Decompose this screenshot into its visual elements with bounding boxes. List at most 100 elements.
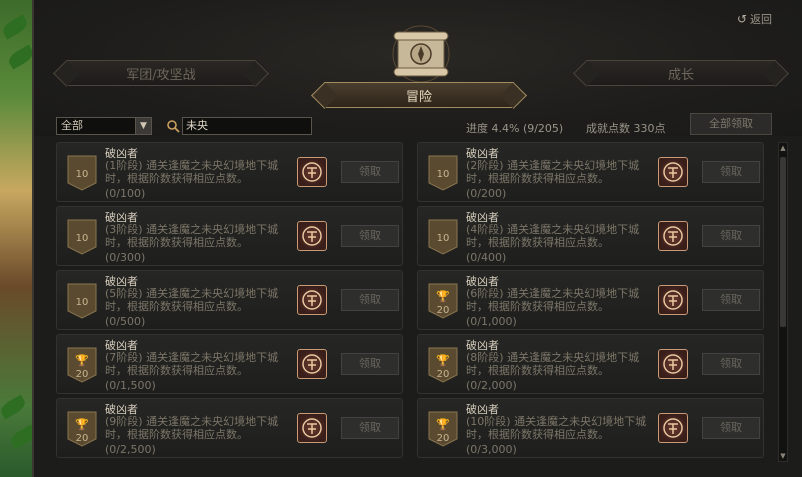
achievement-points: 成就点数 330点 bbox=[586, 122, 666, 135]
claim-button[interactable]: 领取 bbox=[702, 289, 760, 311]
achievement-count: (0/2,000) bbox=[466, 379, 517, 392]
trophy-icon: 🏆 bbox=[436, 354, 450, 367]
achievement-desc: (2阶段) 通关逢魔之未央幻境地下城时，根据阶数获得相应点数。 bbox=[466, 159, 640, 185]
claim-button[interactable]: 领取 bbox=[341, 353, 399, 375]
scroll-down-arrow-icon[interactable]: ▼ bbox=[779, 451, 787, 461]
badge: 10 bbox=[428, 219, 458, 255]
achievement-count: (0/1,000) bbox=[466, 315, 517, 328]
reward-box-icon[interactable] bbox=[658, 157, 688, 187]
badge: 10 bbox=[67, 219, 97, 255]
badge: 🏆 20 bbox=[67, 347, 97, 383]
back-label: 返回 bbox=[750, 13, 772, 26]
badge-points: 20 bbox=[75, 433, 89, 444]
achievement-desc: (7阶段) 通关逢魔之未央幻境地下城时，根据阶数获得相应点数。 bbox=[105, 351, 279, 377]
badge: 🏆 20 bbox=[428, 411, 458, 447]
trophy-icon: 🏆 bbox=[436, 290, 450, 303]
category-dropdown[interactable]: 全部 ▼ bbox=[56, 117, 152, 135]
achievement-desc: (5阶段) 通关逢魔之未央幻境地下城时，根据阶数获得相应点数。 bbox=[105, 287, 279, 313]
achievement-card: 10 破凶者 (5阶段) 通关逢魔之未央幻境地下城时，根据阶数获得相应点数。 (0/5… bbox=[56, 270, 403, 330]
achievement-card: 🏆 20 破凶者 (7阶段) 通关逢魔之未央幻境地下城时，根据阶数获得相应点数。 (0/… bbox=[56, 334, 403, 394]
badge: 10 bbox=[67, 155, 97, 191]
search-input[interactable]: 未央 bbox=[182, 117, 312, 135]
badge-points: 20 bbox=[436, 369, 450, 380]
tab-label: 冒险 bbox=[405, 89, 432, 105]
reward-box-icon[interactable] bbox=[658, 349, 688, 379]
trophy-icon: 🏆 bbox=[75, 418, 89, 431]
achievement-desc: (10阶段) 通关逢魔之未央幻境地下城时，根据阶数获得相应点数。 bbox=[466, 415, 647, 441]
achievement-count: (0/300) bbox=[105, 251, 146, 264]
badge-points: 10 bbox=[436, 169, 450, 180]
badge-points: 10 bbox=[75, 297, 89, 308]
achievement-desc: (6阶段) 通关逢魔之未央幻境地下城时，根据阶数获得相应点数。 bbox=[466, 287, 640, 313]
reward-box-icon[interactable] bbox=[658, 285, 688, 315]
achievement-count: (0/1,500) bbox=[105, 379, 156, 392]
claim-button[interactable]: 领取 bbox=[702, 225, 760, 247]
achievement-count: (0/500) bbox=[105, 315, 146, 328]
achievement-count: (0/3,000) bbox=[466, 443, 517, 456]
claim-button[interactable]: 领取 bbox=[341, 161, 399, 183]
achievement-card: 10 破凶者 (2阶段) 通关逢魔之未央幻境地下城时，根据阶数获得相应点数。 (0/2… bbox=[417, 142, 764, 202]
badge: 🏆 20 bbox=[67, 411, 97, 447]
claim-all-button[interactable]: 全部领取 bbox=[690, 113, 772, 135]
achievement-card: 🏆 20 破凶者 (9阶段) 通关逢魔之未央幻境地下城时，根据阶数获得相应点数。 (0/… bbox=[56, 398, 403, 458]
reward-box-icon[interactable] bbox=[297, 157, 327, 187]
badge-points: 10 bbox=[75, 169, 89, 180]
achievement-count: (0/2,500) bbox=[105, 443, 156, 456]
achievement-list: 10 破凶者 (1阶段) 通关逢魔之未央幻境地下城时，根据阶数获得相应点数。 (0/1… bbox=[56, 142, 782, 462]
achievement-panel: ↺ 返回 军团/攻坚战 冒险 成长 全部 ▼ 未央 进度 4.4% (9/205… bbox=[32, 0, 802, 477]
trophy-icon: 🏆 bbox=[436, 418, 450, 431]
achievement-card: 10 破凶者 (3阶段) 通关逢魔之未央幻境地下城时，根据阶数获得相应点数。 (0/3… bbox=[56, 206, 403, 266]
scroll-thumb[interactable] bbox=[780, 157, 786, 327]
achievement-card: 10 破凶者 (1阶段) 通关逢魔之未央幻境地下城时，根据阶数获得相应点数。 (0/1… bbox=[56, 142, 403, 202]
scroll-compass-emblem bbox=[392, 25, 450, 83]
reward-box-icon[interactable] bbox=[658, 221, 688, 251]
reward-box-icon[interactable] bbox=[658, 413, 688, 443]
scroll-up-arrow-icon[interactable]: ▲ bbox=[779, 143, 787, 153]
reward-box-icon[interactable] bbox=[297, 221, 327, 251]
claim-button[interactable]: 领取 bbox=[341, 225, 399, 247]
return-arrow-icon: ↺ bbox=[736, 12, 747, 26]
badge-points: 10 bbox=[436, 233, 450, 244]
reward-box-icon[interactable] bbox=[297, 349, 327, 379]
achievement-count: (0/200) bbox=[466, 187, 507, 200]
back-button[interactable]: ↺ 返回 bbox=[737, 11, 772, 27]
badge-points: 20 bbox=[436, 433, 450, 444]
claim-button[interactable]: 领取 bbox=[702, 417, 760, 439]
achievement-count: (0/400) bbox=[466, 251, 507, 264]
dropdown-arrow-icon[interactable]: ▼ bbox=[135, 118, 151, 134]
achievement-desc: (8阶段) 通关逢魔之未央幻境地下城时，根据阶数获得相应点数。 bbox=[466, 351, 640, 377]
badge: 🏆 20 bbox=[428, 283, 458, 319]
badge: 🏆 20 bbox=[428, 347, 458, 383]
leaf-decoration bbox=[0, 14, 30, 40]
trophy-icon: 🏆 bbox=[75, 354, 89, 367]
achievement-desc: (3阶段) 通关逢魔之未央幻境地下城时，根据阶数获得相应点数。 bbox=[105, 223, 279, 249]
achievement-card: 🏆 20 破凶者 (6阶段) 通关逢魔之未央幻境地下城时，根据阶数获得相应点数。 (0/… bbox=[417, 270, 764, 330]
achievement-count: (0/100) bbox=[105, 187, 146, 200]
badge: 10 bbox=[67, 283, 97, 319]
achievement-desc: (4阶段) 通关逢魔之未央幻境地下城时，根据阶数获得相应点数。 bbox=[466, 223, 640, 249]
achievement-card: 10 破凶者 (4阶段) 通关逢魔之未央幻境地下城时，根据阶数获得相应点数。 (0/4… bbox=[417, 206, 764, 266]
claim-button[interactable]: 领取 bbox=[702, 353, 760, 375]
achievement-card: 🏆 20 破凶者 (10阶段) 通关逢魔之未央幻境地下城时，根据阶数获得相应点数。 (0… bbox=[417, 398, 764, 458]
reward-box-icon[interactable] bbox=[297, 285, 327, 315]
tab-label: 军团/攻坚战 bbox=[126, 67, 196, 83]
tab-growth[interactable]: 成长 bbox=[586, 60, 776, 86]
badge-points: 20 bbox=[436, 305, 450, 316]
tab-adventure[interactable]: 冒险 bbox=[324, 82, 514, 108]
claim-button[interactable]: 领取 bbox=[341, 289, 399, 311]
leaf-decoration bbox=[0, 394, 28, 420]
badge-points: 10 bbox=[75, 233, 89, 244]
achievement-desc: (9阶段) 通关逢魔之未央幻境地下城时，根据阶数获得相应点数。 bbox=[105, 415, 279, 441]
category-selected: 全部 bbox=[61, 119, 83, 132]
scrollbar[interactable]: ▲ ▼ bbox=[778, 142, 788, 462]
search-icon bbox=[167, 120, 180, 133]
reward-box-icon[interactable] bbox=[297, 413, 327, 443]
claim-button[interactable]: 领取 bbox=[702, 161, 760, 183]
progress-text: 进度 4.4% (9/205) bbox=[466, 122, 564, 135]
claim-button[interactable]: 领取 bbox=[341, 417, 399, 439]
tab-label: 成长 bbox=[667, 67, 694, 83]
badge-points: 20 bbox=[75, 369, 89, 380]
achievement-desc: (1阶段) 通关逢魔之未央幻境地下城时，根据阶数获得相应点数。 bbox=[105, 159, 279, 185]
badge: 10 bbox=[428, 155, 458, 191]
tab-legion-siege[interactable]: 军团/攻坚战 bbox=[66, 60, 256, 86]
